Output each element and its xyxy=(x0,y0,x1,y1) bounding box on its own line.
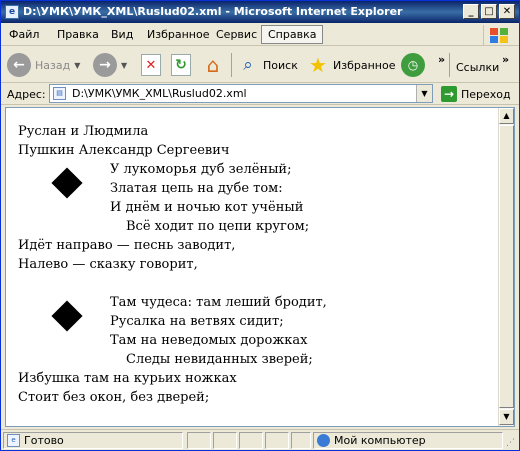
history-icon: ◷ xyxy=(401,53,425,77)
page-content: Руслан и Людмила Пушкин Александр Сергее… xyxy=(5,107,515,427)
menu-bar: Файл Правка Вид Избранное Сервис Справка xyxy=(1,24,519,46)
go-button[interactable]: → Переход xyxy=(441,85,511,103)
history-button[interactable]: ◷ xyxy=(401,51,425,79)
verse-line: Налево — сказку говорит, xyxy=(18,257,198,272)
star-icon: ★ xyxy=(309,53,327,77)
forward-arrow-icon: → xyxy=(93,53,117,77)
verse-line: Там на неведомых дорожках xyxy=(110,333,308,348)
status-cell xyxy=(239,432,263,449)
address-dropdown-icon[interactable]: ▼ xyxy=(416,85,432,102)
status-main-cell: e Готово xyxy=(3,432,183,449)
computer-icon xyxy=(317,434,330,447)
forward-button[interactable]: → ▼ xyxy=(93,51,127,79)
address-label: Адрес: xyxy=(7,88,46,101)
status-zone-cell: Мой компьютер xyxy=(313,432,503,449)
poem-title: Руслан и Людмила xyxy=(18,124,149,139)
verse-line: Златая цепь на дубе том: xyxy=(110,181,283,196)
back-label: Назад xyxy=(35,58,71,72)
stop-button[interactable]: ✕ xyxy=(141,51,161,79)
poem-author: Пушкин Александр Сергеевич xyxy=(18,143,230,158)
status-cell xyxy=(291,432,311,449)
menu-help[interactable]: Справка xyxy=(261,25,324,44)
window-title: D:\УМК\УМК_XML\Ruslud02.xml - Microsoft … xyxy=(23,5,403,18)
page-icon: ▤ xyxy=(53,87,66,100)
scroll-thumb[interactable] xyxy=(499,125,514,408)
back-button[interactable]: ← Назад ▼ xyxy=(7,51,80,79)
verse-line: Избушка там на курьих ножках xyxy=(18,371,237,386)
zone-text: Мой компьютер xyxy=(334,434,426,447)
diamond-bullet-icon xyxy=(51,300,83,332)
ie-icon: e xyxy=(5,5,19,19)
scroll-down-icon[interactable]: ▼ xyxy=(499,409,514,425)
scroll-up-icon[interactable]: ▲ xyxy=(499,108,514,124)
windows-logo xyxy=(483,25,511,45)
verse-line: И днём и ночью кот учёный xyxy=(110,200,304,215)
stop-icon: ✕ xyxy=(141,54,161,76)
toolbar-separator xyxy=(449,53,450,77)
links-label[interactable]: Ссылки xyxy=(456,61,499,74)
search-label: Поиск xyxy=(263,58,298,72)
vertical-scrollbar[interactable]: ▲ ▼ xyxy=(498,108,514,426)
address-value[interactable]: D:\УМК\УМК_XML\Ruslud02.xml xyxy=(72,87,247,100)
close-button[interactable]: ✕ xyxy=(499,4,515,19)
document: Руслан и Людмила Пушкин Александр Сергее… xyxy=(18,122,488,407)
menu-view[interactable]: Вид xyxy=(111,28,133,41)
favorites-label: Избранное xyxy=(333,58,396,72)
stanza: Там чудеса: там леший бродит, Русалка на… xyxy=(18,293,488,369)
menu-edit[interactable]: Правка xyxy=(57,28,99,41)
home-icon: ⌂ xyxy=(206,53,220,77)
menu-file[interactable]: Файл xyxy=(9,28,39,41)
status-text: Готово xyxy=(24,434,64,447)
status-cell xyxy=(187,432,211,449)
go-arrow-icon: → xyxy=(441,86,457,102)
verse-line: Русалка на ветвях сидит; xyxy=(110,314,284,329)
links-overflow-icon[interactable]: » xyxy=(502,53,509,66)
go-label: Переход xyxy=(461,87,511,101)
home-button[interactable]: ⌂ xyxy=(201,51,225,79)
title-bar: e D:\УМК\УМК_XML\Ruslud02.xml - Microsof… xyxy=(1,1,519,23)
verse-line: Стоит без окон, без дверей; xyxy=(18,390,210,405)
diamond-bullet-icon xyxy=(51,167,83,199)
status-cell xyxy=(265,432,289,449)
menu-tools[interactable]: Сервис xyxy=(216,28,257,41)
address-input[interactable]: ▤ D:\УМК\УМК_XML\Ruslud02.xml ▼ xyxy=(49,84,433,103)
verse-line: Следы невиданных зверей; xyxy=(126,352,313,367)
page-status-icon: e xyxy=(7,434,20,447)
toolbar: ← Назад ▼ → ▼ ✕ ↻ ⌂ ⌕ Поиск ★ Избранное … xyxy=(1,47,519,83)
back-dropdown-icon[interactable]: ▼ xyxy=(74,61,80,70)
verse-line: У лукоморья дуб зелёный; xyxy=(110,162,292,177)
status-cell xyxy=(213,432,237,449)
menu-favorites[interactable]: Избранное xyxy=(147,28,209,41)
stanza: У лукоморья дуб зелёный; Златая цепь на … xyxy=(18,160,488,236)
minimize-button[interactable]: _ xyxy=(463,4,479,19)
verse-line: Идёт направо — песнь заводит, xyxy=(18,238,236,253)
refresh-button[interactable]: ↻ xyxy=(171,51,191,79)
address-bar: Адрес: ▤ D:\УМК\УМК_XML\Ruslud02.xml ▼ →… xyxy=(1,83,519,105)
verse-line: Всё ходит по цепи кругом; xyxy=(126,219,310,234)
maximize-button[interactable]: □ xyxy=(481,4,497,19)
resize-grip-icon[interactable]: ⋰ xyxy=(506,438,515,448)
browser-window: e D:\УМК\УМК_XML\Ruslud02.xml - Microsof… xyxy=(0,0,520,451)
search-icon: ⌕ xyxy=(243,55,253,75)
toolbar-separator xyxy=(231,53,232,77)
back-arrow-icon: ← xyxy=(7,53,31,77)
toolbar-overflow-icon[interactable]: » xyxy=(438,53,445,66)
favorites-button[interactable]: ★ Избранное xyxy=(307,51,395,79)
forward-dropdown-icon[interactable]: ▼ xyxy=(121,61,127,70)
search-button[interactable]: ⌕ Поиск xyxy=(237,51,298,79)
refresh-icon: ↻ xyxy=(171,54,191,76)
status-bar: e Готово Мой компьютер ⋰ xyxy=(1,429,519,450)
verse-line: Там чудеса: там леший бродит, xyxy=(110,295,327,310)
